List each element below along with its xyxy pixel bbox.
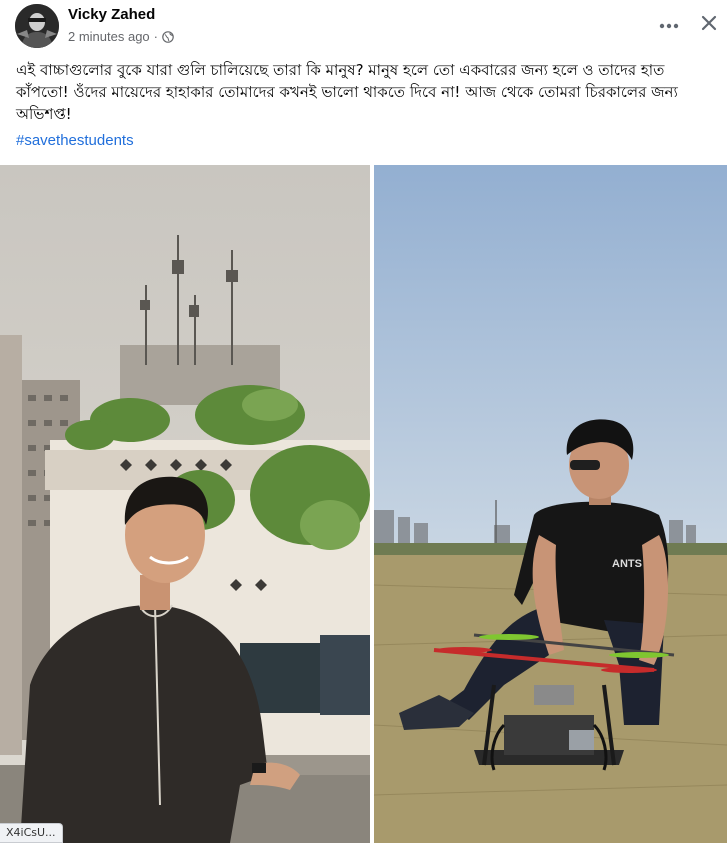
hashtag-link[interactable]: #savethestudents	[16, 132, 134, 149]
post-timestamp[interactable]: 2 minutes ago	[68, 29, 150, 44]
post-photo-2[interactable]: ANTS	[374, 165, 727, 843]
globe-icon[interactable]	[162, 30, 174, 43]
author-name[interactable]: Vicky Zahed	[68, 6, 155, 23]
post-meta: 2 minutes ago ·	[68, 29, 174, 44]
post-photo-1[interactable]	[0, 165, 370, 843]
close-icon	[701, 15, 717, 36]
close-button[interactable]	[692, 8, 726, 42]
post-header: Vicky Zahed 2 minutes ago ·	[0, 0, 727, 52]
post-body-text: এই বাচ্চাগুলোর বুকে যারা গুলি চালিয়েছে …	[16, 61, 678, 123]
meta-separator: ·	[153, 29, 159, 44]
avatar[interactable]	[15, 4, 59, 48]
shirt-text: ANTS	[612, 558, 642, 570]
url-preview: X4iCsU...	[0, 823, 63, 843]
more-options-icon	[659, 16, 679, 34]
more-options-button[interactable]	[652, 10, 686, 40]
